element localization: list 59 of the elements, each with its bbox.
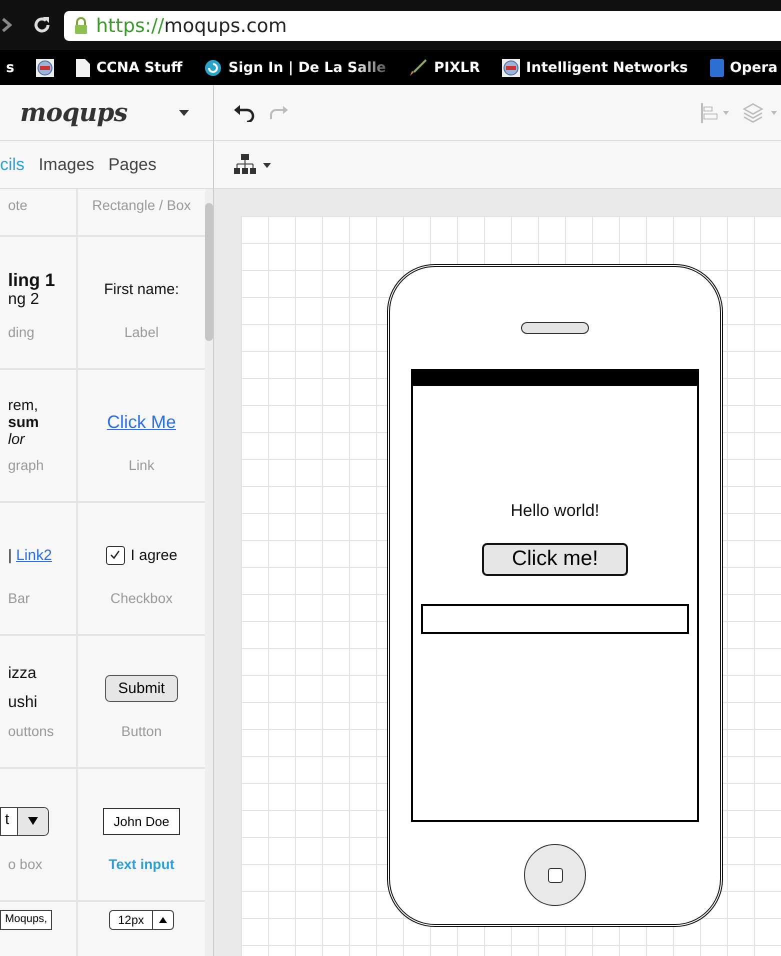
separator-text: |: [8, 546, 12, 564]
bookmark[interactable]: CCNA Stuff: [76, 58, 182, 76]
bookmark[interactable]: [36, 58, 54, 76]
stencil-caption: Button: [121, 723, 162, 739]
reload-icon[interactable]: [32, 15, 52, 35]
k-letter-icon: [710, 58, 724, 76]
heading-sample: ling 1: [8, 270, 56, 290]
link-sample[interactable]: Link2: [16, 546, 52, 564]
combo-box-sample[interactable]: t: [0, 806, 50, 836]
bookmark[interactable]: s: [6, 60, 14, 76]
undo-icon[interactable]: [234, 104, 256, 122]
stencil-caption: outtons: [8, 723, 54, 739]
sidebar-tab[interactable]: Pages: [108, 154, 157, 174]
swirl-icon: [204, 58, 222, 76]
stencil-caption: Label: [124, 324, 159, 340]
globe-badge-icon: [36, 58, 54, 76]
bookmark[interactable]: PIXLR: [408, 58, 480, 78]
page-icon: [76, 58, 90, 76]
stencil-caption: Bar: [8, 590, 30, 606]
up-arrow-icon: [159, 917, 168, 923]
checkbox[interactable]: [106, 546, 125, 564]
link-sample[interactable]: Click Me: [106, 412, 176, 432]
lock-icon: [74, 17, 88, 35]
brush-icon: [408, 58, 428, 78]
bookmark[interactable]: Opera: [710, 58, 778, 76]
click-button[interactable]: Click me!: [482, 543, 628, 576]
stencil-caption: Text input: [108, 856, 174, 872]
label-sample: First name:: [104, 280, 179, 298]
paragraph-sample: lor: [8, 430, 25, 448]
stencil-caption: graph: [8, 457, 44, 473]
scrollbar[interactable]: [205, 189, 213, 956]
sidebar-tab[interactable]: Images: [38, 154, 94, 174]
sitemap-icon[interactable]: [234, 154, 274, 176]
speaker-slot: [521, 322, 589, 334]
caret-icon[interactable]: [179, 110, 189, 116]
stencil-caption: Link: [128, 457, 154, 473]
checkbox-label: I agree: [130, 546, 178, 564]
globe-badge-icon: [502, 58, 520, 76]
caret-icon: [28, 817, 38, 825]
heading-sample: ng 2: [8, 290, 40, 308]
input-field[interactable]: [421, 604, 689, 634]
check-icon: [110, 550, 120, 560]
paragraph-sample: rem,: [8, 396, 38, 414]
app-logo: moqups: [20, 98, 128, 127]
radio-label: izza: [8, 664, 36, 684]
paragraph-sample: sum: [8, 414, 39, 430]
stencil-caption: o box: [8, 856, 42, 872]
stencil-caption: ding: [8, 324, 34, 340]
stencil-caption: ote: [8, 197, 28, 213]
address-field[interactable]: https://moqups.com: [64, 11, 781, 41]
submit-button-sample[interactable]: Submit: [105, 674, 178, 702]
stencil-caption: Rectangle / Box: [92, 197, 191, 213]
bookmark[interactable]: Intelligent Networks: [502, 58, 688, 76]
greeting-text: Hello world!: [510, 501, 600, 521]
text-area-sample[interactable]: Moqups,: [0, 910, 52, 930]
stencil-caption: Checkbox: [110, 590, 173, 606]
radio-label: ushi: [8, 693, 38, 713]
text-input-sample[interactable]: John Doe: [102, 808, 180, 834]
stepper-sample[interactable]: 12px: [108, 910, 174, 930]
